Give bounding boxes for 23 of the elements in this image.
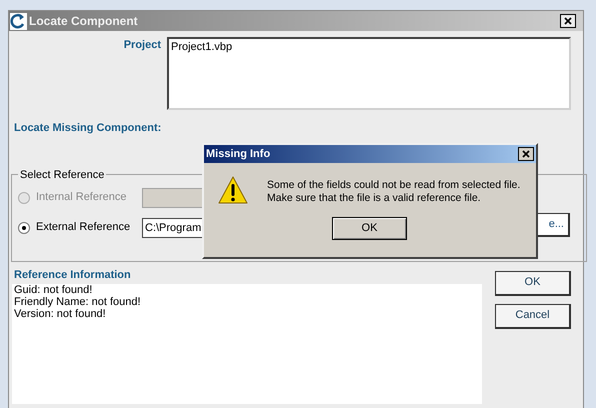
- close-button[interactable]: [560, 14, 576, 28]
- warning-icon: [218, 175, 248, 205]
- refresh-arrow-icon: [10, 12, 27, 30]
- radio-label: External Reference: [36, 220, 130, 236]
- radio-button[interactable]: [18, 222, 30, 234]
- project-field[interactable]: Project1.vbp: [167, 37, 571, 110]
- info-line: Version: not found!: [14, 308, 107, 320]
- close-button[interactable]: [518, 147, 534, 161]
- close-icon: [522, 150, 530, 158]
- ok-button[interactable]: OK: [332, 217, 407, 240]
- dialog-button[interactable]: Cancel: [495, 304, 571, 328]
- radio-label: Internal Reference: [36, 190, 126, 206]
- section-heading: Locate Missing Component:: [14, 121, 162, 136]
- message-text: Make sure that the file is a valid reference file.: [267, 192, 482, 205]
- dialog-button[interactable]: OK: [495, 270, 571, 296]
- window-title: Missing Info: [206, 146, 270, 162]
- window-title: Locate Component: [29, 13, 138, 30]
- close-icon: [564, 17, 572, 25]
- info-line: Guid: not found!: [14, 284, 94, 296]
- section-heading: Reference Information: [13, 268, 132, 282]
- info-line: Friendly Name: not found!: [14, 296, 142, 308]
- message-text: Some of the fields could not be read from selected file.: [267, 179, 520, 192]
- project-label: Project: [122, 38, 162, 53]
